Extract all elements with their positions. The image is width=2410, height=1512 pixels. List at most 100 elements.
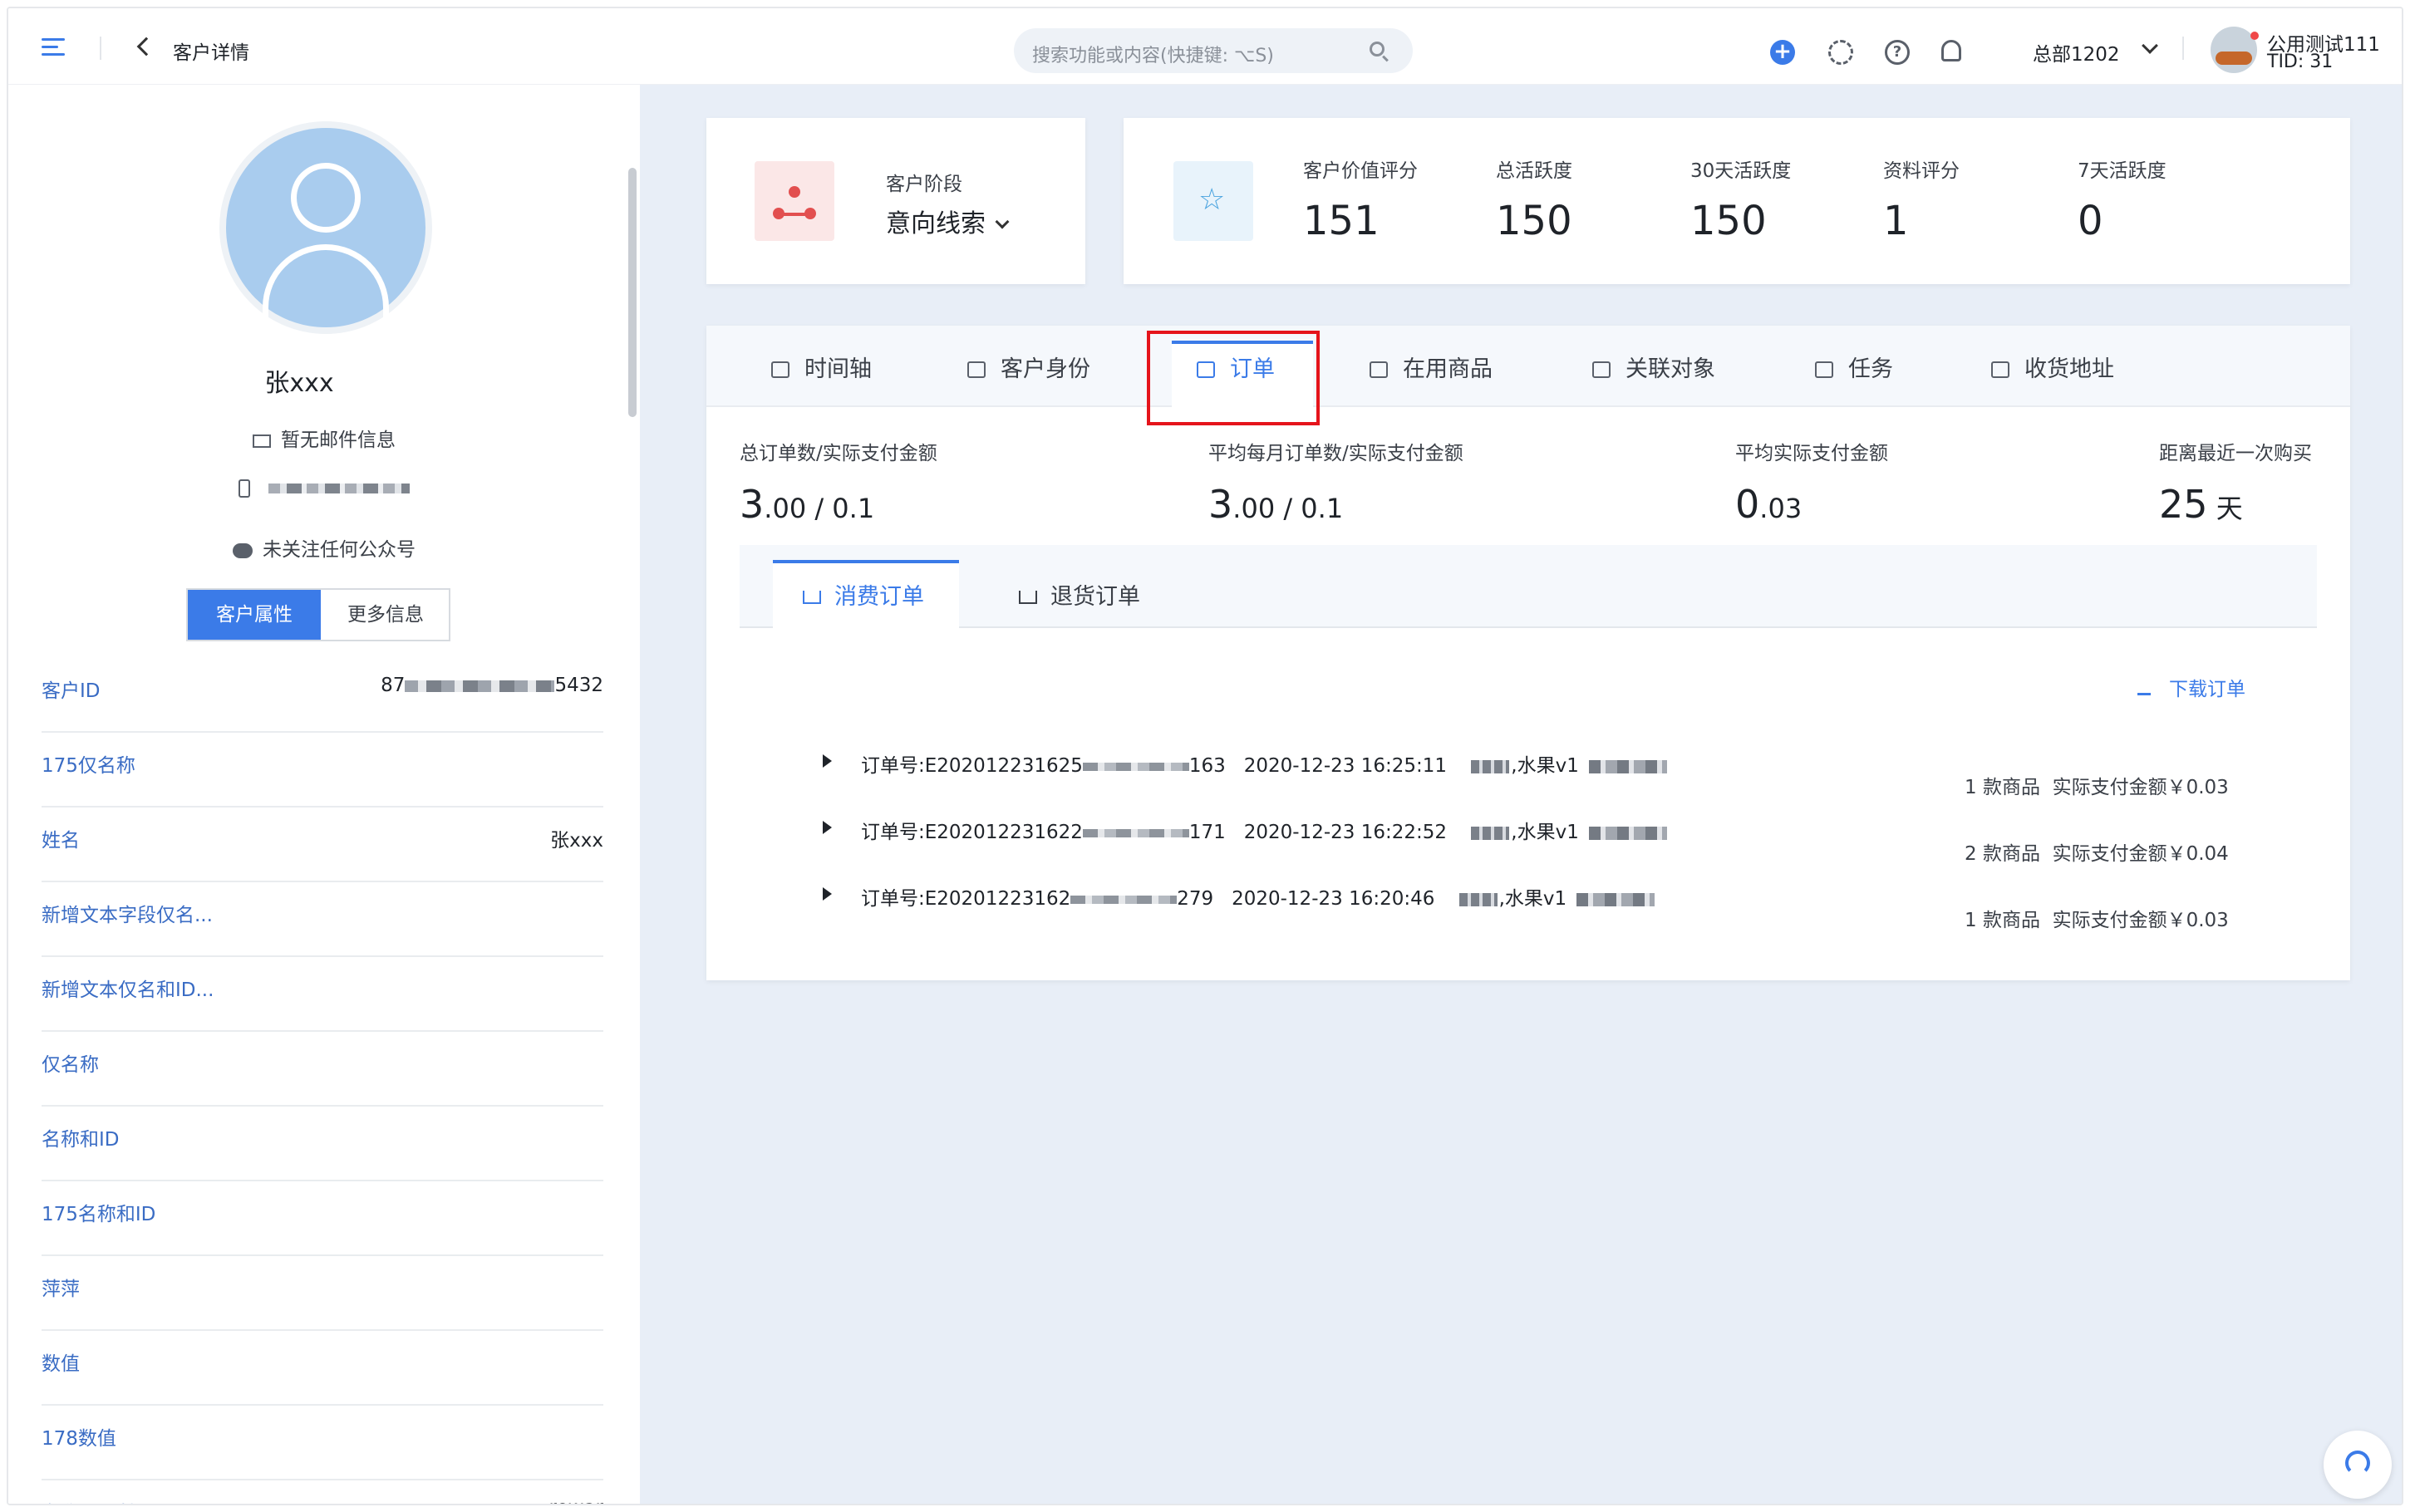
help-icon[interactable]: ? xyxy=(1885,40,1910,65)
detail-card: 时间轴 客户身份 订单 在用商品 关联对象 任务 收货地址 总订单数/实际支付金… xyxy=(706,326,2350,980)
tab-related[interactable]: 关联对象 xyxy=(1592,351,1715,383)
attribute-key: 名称ID属性 xyxy=(42,1497,139,1504)
cart-icon xyxy=(803,591,821,604)
attribute-row: 新增文本仅名和ID... xyxy=(42,957,603,1032)
bell-icon[interactable] xyxy=(1941,40,1961,61)
attribute-key: 175名称和ID xyxy=(42,1204,156,1225)
attribute-row: 客户ID 87 5432 xyxy=(42,658,603,733)
subtab-purchase-orders[interactable]: 消费订单 xyxy=(803,578,924,611)
stat-monthly-orders: 平均每月订单数/实际支付金额 3.00 / 0.1 xyxy=(1208,443,1463,527)
headset-icon xyxy=(2345,1451,2370,1475)
share-icon xyxy=(771,361,789,378)
search-placeholder: 搜索功能或内容(快捷键: ⌥S) xyxy=(1032,46,1274,66)
attribute-value: 87 5432 xyxy=(381,675,603,696)
tab-bar: 时间轴 客户身份 订单 在用商品 关联对象 任务 收货地址 xyxy=(706,326,2350,407)
org-selector[interactable]: 总部1202 xyxy=(2033,38,2120,66)
metric-total-activity: 总活跃度 150 xyxy=(1496,160,1572,244)
chevron-down-icon[interactable] xyxy=(2142,37,2158,54)
order-summary: 1 款商品 实际支付金额￥0.03 xyxy=(1965,910,2229,931)
cart-icon xyxy=(1019,591,1037,604)
attribute-key: 新增文本仅名和ID... xyxy=(42,979,214,1001)
chevron-down-icon[interactable] xyxy=(995,214,1010,229)
attribute-key: 仅名称 xyxy=(42,1054,99,1076)
download-icon xyxy=(2137,684,2151,695)
top-bar: 客户详情 搜索功能或内容(快捷键: ⌥S) + ? 总部1202 公用测试111… xyxy=(8,8,2402,85)
tab-customer-attributes[interactable]: 客户属性 xyxy=(188,590,321,640)
attribute-key: 175仅名称 xyxy=(42,755,135,777)
expand-caret-icon[interactable] xyxy=(823,754,832,768)
tab-timeline[interactable]: 时间轴 xyxy=(771,351,872,383)
tab-products[interactable]: 在用商品 xyxy=(1370,351,1493,383)
wechat-icon xyxy=(233,542,253,558)
stat-last-purchase: 距离最近一次购买 25 天 xyxy=(2159,443,2312,527)
expand-caret-icon[interactable] xyxy=(823,887,832,901)
metric-profile-score: 资料评分 1 xyxy=(1883,160,1960,244)
customer-name: 张xxx xyxy=(264,369,334,398)
attribute-key: 客户ID xyxy=(42,680,101,702)
order-summary: 2 款商品 实际支付金额￥0.04 xyxy=(1965,843,2229,865)
back-arrow-icon[interactable] xyxy=(136,37,156,56)
metric-value-score: 客户价值评分 151 xyxy=(1303,160,1418,244)
user-tid: TID: 31 xyxy=(2267,52,2334,72)
location-icon xyxy=(1991,361,2009,378)
gear-icon[interactable] xyxy=(1828,40,1853,65)
expand-caret-icon[interactable] xyxy=(823,821,832,834)
award-icon: ☆ xyxy=(1173,161,1253,241)
scrollbar[interactable] xyxy=(628,168,637,417)
page-title: 客户详情 xyxy=(173,42,249,64)
tab-identity[interactable]: 客户身份 xyxy=(967,351,1090,383)
tab-address[interactable]: 收货地址 xyxy=(1991,351,2114,383)
avatar-body xyxy=(263,244,389,344)
attribute-key: 名称和ID xyxy=(42,1129,120,1151)
mail-icon xyxy=(253,434,271,448)
attribute-row: 数值 xyxy=(42,1331,603,1406)
score-card: ☆ 客户价值评分 151 总活跃度 150 30天活跃度 150 资料评分 1 7天活跃… xyxy=(1124,118,2350,284)
order-subtabs: 消费订单 退货订单 xyxy=(740,545,2317,630)
metric-7day-activity: 7天活跃度 0 xyxy=(2078,160,2167,244)
email-info: 暂无邮件信息 xyxy=(8,424,640,452)
attribute-row: 178数值 xyxy=(42,1406,603,1480)
avatar-head xyxy=(291,163,361,233)
download-orders-button[interactable]: 下载订单 xyxy=(2137,673,2245,701)
customer-stage-card: 客户阶段 意向线索 xyxy=(706,118,1085,284)
search-input[interactable]: 搜索功能或内容(快捷键: ⌥S) xyxy=(1014,28,1413,73)
wechat-info: 未关注任何公众号 xyxy=(8,533,640,562)
attribute-key: 姓名 xyxy=(42,830,80,852)
link-icon xyxy=(1592,361,1611,378)
tab-more-info[interactable]: 更多信息 xyxy=(321,590,450,640)
search-icon[interactable] xyxy=(1370,42,1385,56)
attribute-value: rewar xyxy=(549,1497,603,1504)
attribute-key: 178数值 xyxy=(42,1428,116,1450)
menu-icon[interactable] xyxy=(42,38,65,56)
attribute-row: 175名称和ID xyxy=(42,1181,603,1256)
app-window: 客户详情 搜索功能或内容(快捷键: ⌥S) + ? 总部1202 公用测试111… xyxy=(7,7,2403,1505)
wechat-text: 未关注任何公众号 xyxy=(263,539,416,561)
subtab-return-orders[interactable]: 退货订单 xyxy=(1019,578,1140,611)
main-content: 客户阶段 意向线索 ☆ 客户价值评分 151 总活跃度 150 30天活跃度 150 … xyxy=(640,85,2402,1504)
customer-service-button[interactable] xyxy=(2324,1431,2392,1499)
phone-info xyxy=(8,477,640,498)
stage-dropdown[interactable]: 意向线索 xyxy=(886,203,1010,239)
attribute-row: 名称和ID xyxy=(42,1107,603,1181)
email-text: 暂无邮件信息 xyxy=(281,430,396,451)
attribute-key: 新增文本字段仅名... xyxy=(42,905,213,926)
tab-tasks[interactable]: 任务 xyxy=(1815,351,1893,383)
stat-total-orders: 总订单数/实际支付金额 3.00 / 0.1 xyxy=(740,443,937,527)
product-icon xyxy=(1370,361,1388,378)
notification-badge xyxy=(2250,32,2259,40)
attribute-row: 新增文本字段仅名... xyxy=(42,882,603,957)
attribute-row: 名称ID属性 rewar xyxy=(42,1480,603,1504)
plus-icon[interactable]: + xyxy=(1770,40,1795,65)
customer-avatar xyxy=(219,121,432,344)
attribute-key: 萍萍 xyxy=(42,1279,80,1300)
attribute-row: 仅名称 xyxy=(42,1032,603,1107)
phone-redacted xyxy=(268,483,410,493)
attribute-row: 姓名 张xxx xyxy=(42,808,603,882)
attribute-key: 数值 xyxy=(42,1353,80,1375)
attribute-row: 175仅名称 xyxy=(42,733,603,808)
attribute-value: 张xxx xyxy=(550,830,603,852)
stage-icon xyxy=(755,161,834,241)
divider xyxy=(2182,37,2184,60)
phone-icon xyxy=(239,479,250,498)
id-card-icon xyxy=(967,361,986,378)
